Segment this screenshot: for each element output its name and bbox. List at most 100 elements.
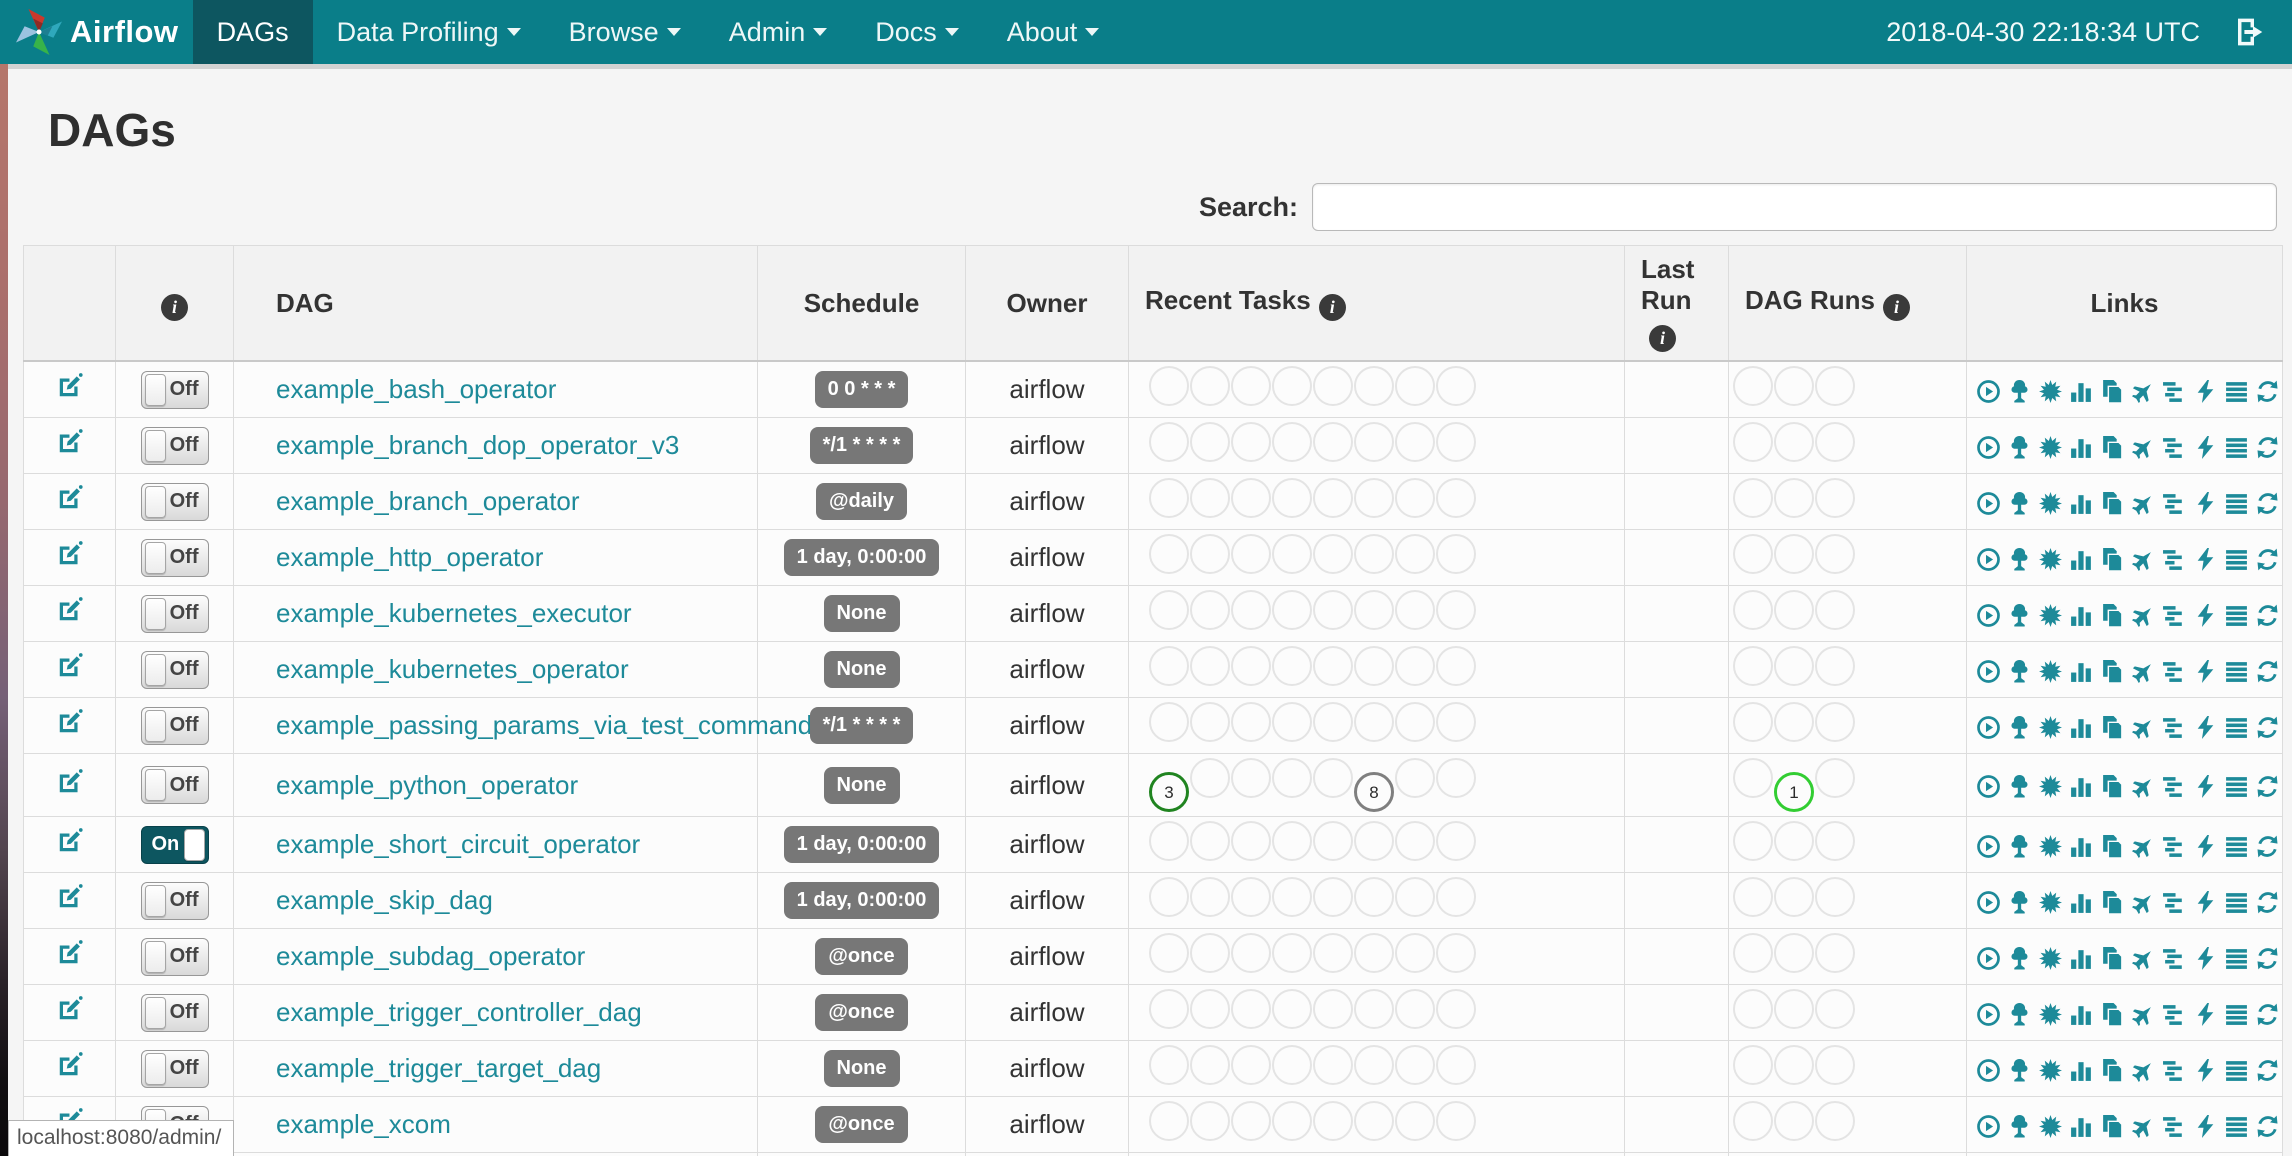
dag-pause-toggle[interactable]: Off xyxy=(140,766,209,804)
task-instances-icon[interactable] xyxy=(2224,890,2249,915)
task-tries-icon[interactable] xyxy=(2100,1058,2125,1083)
dag-run-circle[interactable] xyxy=(1733,534,1773,574)
dag-link[interactable]: example_subdag_operator xyxy=(276,941,585,971)
task-state-circle[interactable] xyxy=(1272,702,1312,742)
code-view-icon[interactable] xyxy=(2193,379,2218,404)
task-state-circle[interactable] xyxy=(1354,366,1394,406)
tree-view-icon[interactable] xyxy=(2007,603,2032,628)
task-state-circle[interactable] xyxy=(1436,478,1476,518)
task-instances-icon[interactable] xyxy=(2224,1058,2249,1083)
dag-link[interactable]: example_branch_dop_operator_v3 xyxy=(276,430,679,460)
task-state-circle[interactable] xyxy=(1354,478,1394,518)
task-state-circle[interactable] xyxy=(1231,758,1271,798)
task-state-circle[interactable] xyxy=(1436,646,1476,686)
task-state-circle[interactable] xyxy=(1313,933,1353,973)
task-state-circle[interactable] xyxy=(1272,590,1312,630)
task-tries-icon[interactable] xyxy=(2100,1114,2125,1139)
task-state-circle[interactable] xyxy=(1149,989,1189,1029)
tree-view-icon[interactable] xyxy=(2007,715,2032,740)
task-duration-icon[interactable] xyxy=(2069,379,2094,404)
task-state-circle[interactable] xyxy=(1190,646,1230,686)
task-state-circle[interactable] xyxy=(1313,534,1353,574)
task-state-circle[interactable] xyxy=(1313,590,1353,630)
dag-run-circle[interactable] xyxy=(1815,877,1855,917)
task-duration-icon[interactable] xyxy=(2069,834,2094,859)
task-state-circle[interactable] xyxy=(1190,422,1230,462)
task-state-circle[interactable] xyxy=(1149,1045,1189,1085)
dag-link[interactable]: example_kubernetes_executor xyxy=(276,598,632,628)
task-state-circle[interactable] xyxy=(1149,534,1189,574)
tree-view-icon[interactable] xyxy=(2007,491,2032,516)
task-state-circle[interactable] xyxy=(1149,702,1189,742)
task-state-circle[interactable] xyxy=(1436,590,1476,630)
task-instances-icon[interactable] xyxy=(2224,435,2249,460)
dag-pause-toggle[interactable]: Off xyxy=(140,881,209,920)
gantt-icon[interactable] xyxy=(2162,1002,2187,1027)
task-state-circle[interactable] xyxy=(1190,702,1230,742)
dag-run-circle[interactable] xyxy=(1815,989,1855,1029)
landing-times-icon[interactable] xyxy=(2131,547,2156,572)
nav-item-about[interactable]: About xyxy=(983,0,1124,64)
task-instances-icon[interactable] xyxy=(2224,1114,2249,1139)
task-duration-icon[interactable] xyxy=(2069,1114,2094,1139)
task-state-circle[interactable] xyxy=(1231,821,1271,861)
task-state-circle[interactable] xyxy=(1149,478,1189,518)
task-state-circle[interactable] xyxy=(1436,1101,1476,1141)
dag-run-circle[interactable] xyxy=(1733,1101,1773,1141)
dag-link[interactable]: example_http_operator xyxy=(276,542,543,572)
dag-run-circle[interactable] xyxy=(1774,590,1814,630)
tree-view-icon[interactable] xyxy=(2007,379,2032,404)
code-view-icon[interactable] xyxy=(2193,774,2218,799)
nav-item-data-profiling[interactable]: Data Profiling xyxy=(313,0,545,64)
dag-run-circle[interactable] xyxy=(1774,702,1814,742)
dag-run-circle[interactable] xyxy=(1733,877,1773,917)
task-state-circle[interactable] xyxy=(1354,821,1394,861)
task-state-circle[interactable] xyxy=(1436,877,1476,917)
task-tries-icon[interactable] xyxy=(2100,774,2125,799)
task-state-circle[interactable] xyxy=(1190,1045,1230,1085)
gantt-icon[interactable] xyxy=(2162,890,2187,915)
dag-run-circle[interactable] xyxy=(1815,366,1855,406)
task-state-circle[interactable] xyxy=(1436,1045,1476,1085)
graph-view-icon[interactable] xyxy=(2038,659,2063,684)
edit-dag-icon[interactable] xyxy=(56,484,84,512)
dag-link[interactable]: example_short_circuit_operator xyxy=(276,829,640,859)
graph-view-icon[interactable] xyxy=(2038,834,2063,859)
dag-run-circle[interactable] xyxy=(1815,933,1855,973)
task-state-circle[interactable] xyxy=(1231,646,1271,686)
task-state-circle[interactable] xyxy=(1190,758,1230,798)
dag-run-circle[interactable] xyxy=(1815,422,1855,462)
task-tries-icon[interactable] xyxy=(2100,659,2125,684)
task-state-circle[interactable] xyxy=(1313,702,1353,742)
task-state-circle[interactable] xyxy=(1272,478,1312,518)
task-state-circle[interactable] xyxy=(1272,1101,1312,1141)
task-state-circle[interactable] xyxy=(1395,702,1435,742)
edit-dag-icon[interactable] xyxy=(56,883,84,911)
refresh-icon[interactable] xyxy=(2255,491,2280,516)
task-state-circle[interactable] xyxy=(1395,1101,1435,1141)
code-view-icon[interactable] xyxy=(2193,1114,2218,1139)
task-tries-icon[interactable] xyxy=(2100,1002,2125,1027)
dag-pause-toggle[interactable]: On xyxy=(140,825,209,864)
edit-dag-icon[interactable] xyxy=(56,596,84,624)
task-state-circle[interactable] xyxy=(1395,646,1435,686)
graph-view-icon[interactable] xyxy=(2038,547,2063,572)
landing-times-icon[interactable] xyxy=(2131,890,2156,915)
code-view-icon[interactable] xyxy=(2193,1002,2218,1027)
gantt-icon[interactable] xyxy=(2162,603,2187,628)
dag-pause-toggle[interactable]: Off xyxy=(140,706,209,745)
trigger-dag-icon[interactable] xyxy=(1976,1002,2001,1027)
task-state-circle[interactable] xyxy=(1190,534,1230,574)
graph-view-icon[interactable] xyxy=(2038,603,2063,628)
edit-dag-icon[interactable] xyxy=(56,995,84,1023)
task-instances-icon[interactable] xyxy=(2224,547,2249,572)
dag-run-circle[interactable] xyxy=(1733,422,1773,462)
dag-pause-toggle[interactable]: Off xyxy=(140,937,209,976)
task-state-circle[interactable] xyxy=(1354,646,1394,686)
task-state-circle[interactable] xyxy=(1395,933,1435,973)
task-state-circle[interactable] xyxy=(1313,877,1353,917)
task-state-circle[interactable] xyxy=(1149,877,1189,917)
dag-run-circle[interactable] xyxy=(1774,1101,1814,1141)
task-instances-icon[interactable] xyxy=(2224,379,2249,404)
tree-view-icon[interactable] xyxy=(2007,890,2032,915)
